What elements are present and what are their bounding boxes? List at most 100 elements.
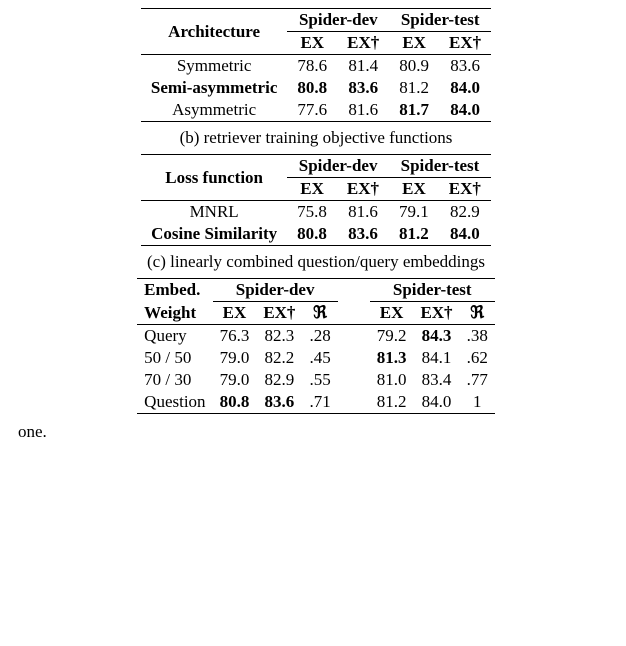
table-cell: 80.9 bbox=[389, 55, 439, 78]
table-cell: 79.1 bbox=[389, 201, 439, 224]
col-gap bbox=[338, 325, 370, 348]
table-cell: 84.0 bbox=[439, 99, 491, 122]
table-row: Semi-asymmetric80.883.681.284.0 bbox=[141, 77, 491, 99]
table-a-body: Symmetric78.681.480.983.6Semi-asymmetric… bbox=[141, 55, 491, 122]
table-cell: MNRL bbox=[141, 201, 287, 224]
table-c: Embed. Spider-dev Spider-test Weight EX … bbox=[18, 278, 614, 414]
table-c-group-dev: Spider-dev bbox=[213, 279, 338, 302]
col-ex: EX bbox=[389, 178, 439, 201]
col-r: ℜ bbox=[460, 302, 495, 325]
table-a-group-test: Spider-test bbox=[389, 9, 491, 32]
table-cell: 81.2 bbox=[370, 391, 414, 414]
table-cell: 83.6 bbox=[256, 391, 302, 414]
col-ex: EX bbox=[287, 32, 337, 55]
table-row: Symmetric78.681.480.983.6 bbox=[141, 55, 491, 78]
table-cell: 50 / 50 bbox=[137, 347, 212, 369]
table-cell: Semi-asymmetric bbox=[141, 77, 288, 99]
table-c-body: Query76.382.3.28 79.284.3.38 50 / 5079.082… bbox=[137, 325, 495, 414]
table-cell: 80.8 bbox=[287, 223, 337, 246]
table-cell: Asymmetric bbox=[141, 99, 288, 122]
table-row: Cosine Similarity80.883.681.284.0 bbox=[141, 223, 491, 246]
table-row: Query76.382.3.28 79.284.3.38 bbox=[137, 325, 495, 348]
table-row: 50 / 5079.082.2.4581.384.1.62 bbox=[137, 347, 495, 369]
table-cell: 81.6 bbox=[337, 201, 389, 224]
table-row: Asymmetric77.681.681.784.0 bbox=[141, 99, 491, 122]
table-cell: .45 bbox=[302, 347, 337, 369]
table-cell: 79.2 bbox=[370, 325, 414, 348]
table-a-rowheader: Architecture bbox=[141, 9, 288, 55]
col-gap bbox=[338, 279, 370, 302]
table-cell: .71 bbox=[302, 391, 337, 414]
col-gap bbox=[338, 391, 370, 414]
table-cell: 81.3 bbox=[370, 347, 414, 369]
col-gap bbox=[338, 369, 370, 391]
table-cell: 83.6 bbox=[337, 223, 389, 246]
table-cell: 82.9 bbox=[439, 201, 491, 224]
table-cell: 82.3 bbox=[256, 325, 302, 348]
table-cell: 77.6 bbox=[287, 99, 337, 122]
table-a-table: Architecture Spider-dev Spider-test EX E… bbox=[141, 8, 491, 122]
col-ex: EX bbox=[370, 302, 414, 325]
col-gap bbox=[338, 347, 370, 369]
table-c-table: Embed. Spider-dev Spider-test Weight EX … bbox=[137, 278, 495, 414]
table-cell: 80.8 bbox=[287, 77, 337, 99]
col-exd: EX† bbox=[256, 302, 302, 325]
table-cell: 76.3 bbox=[213, 325, 257, 348]
col-gap bbox=[338, 302, 370, 325]
table-cell: .55 bbox=[302, 369, 337, 391]
col-exd: EX† bbox=[413, 302, 459, 325]
caption-b: (b) retriever training objective functio… bbox=[18, 128, 614, 148]
table-row: 70 / 3079.082.9.55 81.083.4.77 bbox=[137, 369, 495, 391]
table-cell: .77 bbox=[460, 369, 495, 391]
table-a: Architecture Spider-dev Spider-test EX E… bbox=[18, 8, 614, 122]
table-cell: 81.7 bbox=[389, 99, 439, 122]
table-cell: 70 / 30 bbox=[137, 369, 212, 391]
col-exd: EX† bbox=[439, 32, 491, 55]
table-cell: 80.8 bbox=[213, 391, 257, 414]
table-b: Loss function Spider-dev Spider-test EX … bbox=[18, 154, 614, 246]
table-c-rowheader-line1: Embed. bbox=[137, 279, 212, 302]
table-cell: Question bbox=[137, 391, 212, 414]
table-cell: 81.2 bbox=[389, 77, 439, 99]
footer-cut-text: one. bbox=[18, 422, 614, 442]
table-b-group-dev: Spider-dev bbox=[287, 155, 389, 178]
col-exd: EX† bbox=[337, 178, 389, 201]
table-cell: 83.6 bbox=[439, 55, 491, 78]
table-cell: 84.0 bbox=[439, 223, 491, 246]
table-cell: 82.9 bbox=[256, 369, 302, 391]
col-ex: EX bbox=[213, 302, 257, 325]
table-b-table: Loss function Spider-dev Spider-test EX … bbox=[141, 154, 491, 246]
table-cell: .62 bbox=[460, 347, 495, 369]
table-cell: 1 bbox=[460, 391, 495, 414]
table-cell: 78.6 bbox=[287, 55, 337, 78]
table-cell: 84.0 bbox=[413, 391, 459, 414]
table-b-rowheader: Loss function bbox=[141, 155, 287, 201]
table-cell: Symmetric bbox=[141, 55, 288, 78]
col-ex: EX bbox=[287, 178, 337, 201]
table-cell: Query bbox=[137, 325, 212, 348]
table-a-group-dev: Spider-dev bbox=[287, 9, 389, 32]
table-cell: 84.0 bbox=[439, 77, 491, 99]
table-cell: 79.0 bbox=[213, 347, 257, 369]
table-row: MNRL75.881.679.182.9 bbox=[141, 201, 491, 224]
table-cell: .28 bbox=[302, 325, 337, 348]
table-cell: Cosine Similarity bbox=[141, 223, 287, 246]
col-r: ℜ bbox=[302, 302, 337, 325]
table-cell: 82.2 bbox=[256, 347, 302, 369]
col-exd: EX† bbox=[439, 178, 491, 201]
table-cell: 79.0 bbox=[213, 369, 257, 391]
table-c-rowheader-line2: Weight bbox=[137, 302, 212, 325]
table-cell: 75.8 bbox=[287, 201, 337, 224]
col-ex: EX bbox=[389, 32, 439, 55]
table-cell: .38 bbox=[460, 325, 495, 348]
table-cell: 83.4 bbox=[413, 369, 459, 391]
table-cell: 83.6 bbox=[337, 77, 389, 99]
table-b-body: MNRL75.881.679.182.9Cosine Similarity80.… bbox=[141, 201, 491, 246]
caption-c: (c) linearly combined question/query emb… bbox=[18, 252, 614, 272]
table-cell: 81.2 bbox=[389, 223, 439, 246]
table-cell: 81.6 bbox=[337, 99, 389, 122]
table-c-group-test: Spider-test bbox=[370, 279, 495, 302]
table-cell: 81.0 bbox=[370, 369, 414, 391]
table-cell: 84.3 bbox=[413, 325, 459, 348]
table-row: Question80.883.6.71 81.284.01 bbox=[137, 391, 495, 414]
